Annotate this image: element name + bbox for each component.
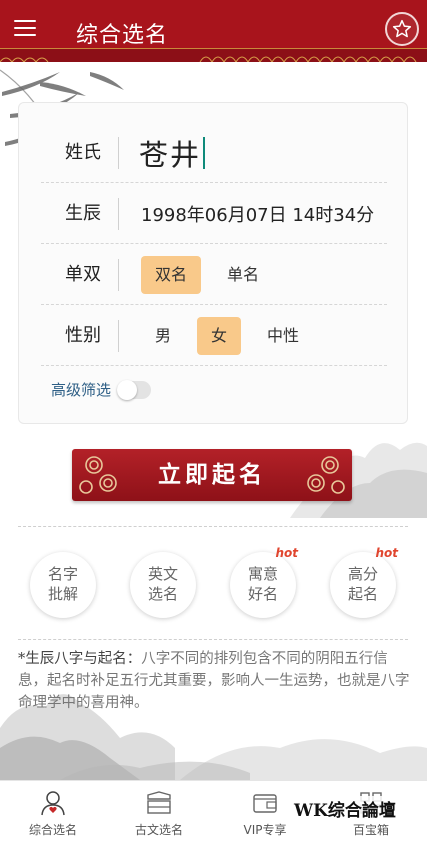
svg-text:WK综合論壇: WK综合論壇 bbox=[293, 800, 396, 821]
page-title: 综合选名 bbox=[76, 23, 169, 48]
name-length-row: 单双 双名 单名 bbox=[41, 245, 387, 305]
nav-item-classical[interactable]: 古文选名 bbox=[106, 781, 212, 842]
advanced-filter-label: 高级筛选 bbox=[51, 381, 112, 399]
option-double-name[interactable]: 双名 bbox=[141, 255, 202, 294]
name-length-label: 单双 bbox=[41, 258, 119, 291]
ancient-book-icon bbox=[147, 791, 171, 814]
feature-name-analysis[interactable]: 名字 批解 bbox=[30, 552, 96, 618]
person-heart-icon bbox=[41, 791, 65, 816]
gender-label: 性别 bbox=[41, 319, 119, 352]
advanced-filter-toggle[interactable] bbox=[117, 379, 152, 400]
hot-badge: hot bbox=[275, 546, 298, 560]
birth-row: 生辰 1998年06月07日 14时34分 bbox=[41, 184, 387, 244]
advanced-filter: 高级筛选 bbox=[51, 379, 152, 400]
start-naming-label: 立即起名 bbox=[158, 462, 266, 488]
surname-row: 姓氏 苍井 bbox=[41, 123, 387, 183]
surname-label: 姓氏 bbox=[41, 136, 119, 169]
vip-wallet-icon bbox=[253, 794, 277, 813]
cloud-pattern-strip bbox=[0, 48, 427, 62]
nav-label: 综合选名 bbox=[28, 823, 77, 837]
divider bbox=[18, 526, 408, 527]
divider bbox=[18, 639, 408, 640]
nav-label: 古文选名 bbox=[134, 823, 183, 837]
info-title: *生辰八字与起名： bbox=[18, 651, 142, 667]
option-female[interactable]: 女 bbox=[197, 316, 242, 355]
info-paragraph: *生辰八字与起名：八字不同的排列包含不同的阴阳五行信息，起名时补足五行尤其重要，… bbox=[18, 648, 410, 714]
feature-label: 名字 批解 bbox=[47, 565, 78, 603]
surname-value: 苍井 bbox=[139, 137, 202, 172]
hot-badge: hot bbox=[375, 546, 398, 560]
option-male[interactable]: 男 bbox=[141, 317, 185, 355]
star-icon[interactable] bbox=[385, 12, 419, 46]
option-neutral[interactable]: 中性 bbox=[253, 317, 313, 355]
watermark-logo: WK综合論壇 bbox=[292, 796, 427, 824]
hamburger-menu-icon[interactable] bbox=[14, 20, 36, 42]
birth-label: 生辰 bbox=[41, 197, 119, 230]
feature-label: 英文 选名 bbox=[147, 565, 178, 603]
feature-english-name[interactable]: 英文 选名 bbox=[130, 552, 196, 618]
gender-row: 性别 男 女 中性 bbox=[41, 306, 387, 366]
text-cursor bbox=[203, 136, 206, 169]
app-header: 综合选名 bbox=[0, 0, 427, 62]
birth-picker[interactable]: 1998年06月07日 14时34分 bbox=[119, 184, 374, 243]
nav-item-comprehensive[interactable]: 综合选名 bbox=[0, 781, 106, 842]
start-naming-button[interactable]: 立即起名 bbox=[72, 449, 352, 501]
feature-high-score-name[interactable]: 高分 起名 hot bbox=[330, 546, 398, 618]
feature-label: 寓意 好名 bbox=[247, 565, 278, 603]
surname-input[interactable]: 苍井 bbox=[119, 123, 206, 182]
name-form-card: 姓氏 苍井 生辰 1998年06月07日 14时34分 单双 双名 单名 性别 … bbox=[18, 102, 408, 424]
option-single-name[interactable]: 单名 bbox=[213, 256, 273, 294]
feature-label: 高分 起名 bbox=[347, 565, 378, 603]
feature-meaningful-name[interactable]: 寓意 好名 hot bbox=[230, 546, 298, 618]
birth-value: 1998年06月07日 14时34分 bbox=[141, 204, 375, 226]
